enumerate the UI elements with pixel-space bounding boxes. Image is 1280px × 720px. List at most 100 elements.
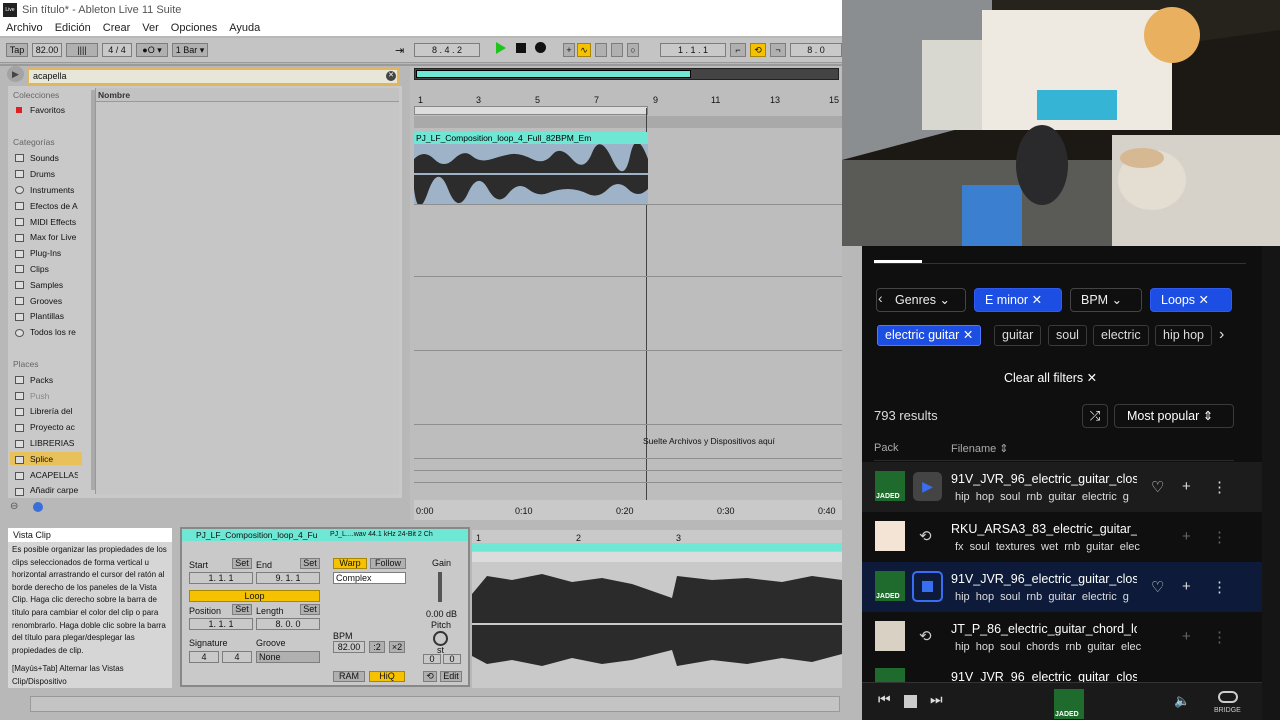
loop-icon[interactable]: ⟲ bbox=[919, 527, 932, 545]
play-icon[interactable]: ▶ bbox=[913, 472, 942, 501]
heart-icon[interactable]: ♡ bbox=[1151, 578, 1164, 596]
clip-bpm-field[interactable]: 82.00 bbox=[333, 641, 365, 653]
mixer-toggle-icon[interactable]: ⊖ bbox=[10, 501, 24, 512]
position-field[interactable]: 1. 1. 1 bbox=[189, 618, 253, 630]
sidebar-item-proyecto[interactable]: Proyecto ac bbox=[30, 422, 78, 432]
set-length-button[interactable]: Set bbox=[300, 604, 320, 615]
stop-icon[interactable] bbox=[516, 43, 526, 53]
tempo-field[interactable]: 82.00 bbox=[32, 43, 62, 57]
loop-switch-icon[interactable]: ⟲ bbox=[750, 43, 766, 57]
add-icon[interactable]: + bbox=[1182, 528, 1191, 545]
filename-column-header[interactable]: Filename ⇕ bbox=[951, 442, 1009, 455]
signature-denominator[interactable]: 4 bbox=[222, 651, 252, 663]
signature-field[interactable]: 4 / 4 bbox=[102, 43, 132, 57]
clip-title[interactable]: PJ_LF_Composition_loop_4_Full_82BPM_Em bbox=[414, 132, 648, 144]
loop-icon[interactable]: ⟲ bbox=[919, 627, 932, 645]
tag-chip-hip-hop[interactable]: hip hop bbox=[1155, 325, 1213, 346]
sort-select[interactable]: Most popular ⇕ bbox=[1114, 404, 1234, 428]
scroll-strip[interactable] bbox=[1262, 246, 1280, 720]
sidebar-item-midi-effects[interactable]: MIDI Effects bbox=[30, 217, 78, 227]
arrangement-position[interactable]: 8 . 4 . 2 bbox=[414, 43, 480, 57]
metronome-button[interactable]: ●O ▾ bbox=[136, 43, 168, 57]
nudge-buttons[interactable]: |||| bbox=[66, 43, 98, 57]
transpose-field[interactable]: 0 bbox=[423, 654, 441, 664]
sidebar-item-clips[interactable]: Clips bbox=[30, 264, 78, 274]
sidebar-item-packs[interactable]: Packs bbox=[30, 375, 78, 385]
hiq-button[interactable]: HiQ bbox=[369, 671, 405, 682]
genres-filter[interactable]: Genres ⌄ bbox=[876, 288, 966, 312]
detune-field[interactable]: 0 bbox=[443, 654, 461, 664]
chevron-right-icon[interactable]: › bbox=[1219, 326, 1224, 344]
ram-button[interactable]: RAM bbox=[333, 671, 365, 682]
sidebar-item-drums[interactable]: Drums bbox=[30, 169, 78, 179]
warp-mode-select[interactable]: Complex bbox=[333, 572, 406, 584]
half-tempo-button[interactable]: :2 bbox=[369, 641, 385, 653]
tag-chip-soul[interactable]: soul bbox=[1048, 325, 1087, 346]
loop-length-field[interactable]: 8 . 0 bbox=[790, 43, 842, 57]
add-icon[interactable]: + bbox=[1182, 628, 1191, 645]
sidebar-item-grooves[interactable]: Grooves bbox=[30, 296, 78, 306]
menu-ver[interactable]: Ver bbox=[142, 22, 159, 34]
more-options-icon[interactable]: ⋮ bbox=[1212, 478, 1227, 496]
sidebar-item-acapellas[interactable]: ACAPELLAS bbox=[30, 470, 78, 480]
previous-icon[interactable]: ⏮ bbox=[878, 691, 891, 708]
set-end-button[interactable]: Set bbox=[300, 558, 320, 569]
sidebar-item-samples[interactable]: Samples bbox=[30, 280, 78, 290]
reverse-icon[interactable]: ⟲ bbox=[423, 671, 437, 682]
type-filter[interactable]: Loops ✕ bbox=[1150, 288, 1232, 312]
menu-opciones[interactable]: Opciones bbox=[171, 22, 217, 34]
sidebar-item-splice[interactable]: Splice bbox=[30, 454, 78, 464]
add-icon[interactable]: + bbox=[1182, 478, 1191, 495]
tap-button[interactable]: Tap bbox=[6, 43, 28, 57]
time-ruler[interactable]: 0:00 0:10 0:20 0:30 0:40 bbox=[414, 500, 842, 520]
sample-ruler[interactable]: 1 2 3 bbox=[472, 532, 842, 543]
remove-tag-icon[interactable]: ✕ bbox=[963, 328, 973, 342]
loop-button[interactable]: Loop bbox=[189, 590, 320, 602]
name-column-header[interactable]: Nombre bbox=[96, 88, 399, 102]
audio-clip[interactable] bbox=[414, 142, 648, 206]
record-icon[interactable] bbox=[535, 42, 546, 53]
tag-chip-guitar[interactable]: guitar bbox=[994, 325, 1042, 346]
sidebar-item-max-for-live[interactable]: Max for Live bbox=[30, 232, 78, 242]
pitch-knob[interactable] bbox=[433, 631, 448, 646]
menu-crear[interactable]: Crear bbox=[103, 22, 131, 34]
browser-toggle-icon[interactable]: ▶ bbox=[7, 66, 24, 82]
sidebar-item-favoritos[interactable]: Favoritos bbox=[30, 105, 78, 115]
tag-chip-electric-guitar[interactable]: electric guitar ✕ bbox=[877, 325, 982, 346]
sidebar-item-libreria[interactable]: Librería del bbox=[30, 406, 78, 416]
groove-select[interactable]: None bbox=[256, 651, 320, 663]
stop-icon[interactable] bbox=[904, 695, 917, 708]
sample-loop-bar[interactable] bbox=[472, 543, 842, 551]
overdub-button[interactable]: + bbox=[563, 43, 575, 57]
marker-lane[interactable] bbox=[472, 552, 842, 562]
play-icon[interactable] bbox=[496, 42, 506, 54]
more-options-icon[interactable]: ⋮ bbox=[1212, 578, 1227, 596]
next-icon[interactable]: ⏭ bbox=[930, 691, 943, 708]
set-position-button[interactable]: Set bbox=[232, 604, 252, 615]
session-record-icon[interactable]: ○ bbox=[627, 43, 639, 57]
tag-chip-electric[interactable]: electric bbox=[1093, 325, 1149, 346]
signature-numerator[interactable]: 4 bbox=[189, 651, 219, 663]
punch-out-icon[interactable]: ¬ bbox=[770, 43, 786, 57]
back-to-arrangement-icon[interactable] bbox=[595, 43, 607, 57]
sidebar-item-add-folder[interactable]: Añadir carpe bbox=[30, 485, 78, 495]
gain-slider[interactable] bbox=[438, 572, 442, 602]
bridge-icon[interactable] bbox=[1218, 691, 1238, 703]
preview-icon[interactable] bbox=[33, 502, 43, 512]
remove-filter-icon[interactable]: ✕ bbox=[1032, 293, 1042, 307]
loop-brace[interactable] bbox=[414, 106, 648, 115]
sidebar-item-plugins[interactable]: Plug-Ins bbox=[30, 248, 78, 258]
bpm-filter[interactable]: BPM ⌄ bbox=[1070, 288, 1142, 312]
capture-icon[interactable] bbox=[611, 43, 623, 57]
sidebar-item-audio-effects[interactable]: Efectos de A bbox=[30, 201, 78, 211]
punch-in-icon[interactable]: ⌐ bbox=[730, 43, 746, 57]
heart-icon[interactable]: ♡ bbox=[1151, 478, 1164, 496]
sidebar-item-sounds[interactable]: Sounds bbox=[30, 153, 78, 163]
shuffle-icon[interactable]: ⤮ bbox=[1082, 404, 1108, 428]
sidebar-item-plantillas[interactable]: Plantillas bbox=[30, 311, 78, 321]
automation-arm-icon[interactable]: ∿ bbox=[577, 43, 591, 57]
overview-visible-range[interactable] bbox=[416, 70, 691, 78]
more-options-icon[interactable]: ⋮ bbox=[1212, 528, 1227, 546]
more-options-icon[interactable]: ⋮ bbox=[1212, 628, 1227, 646]
follow-button[interactable]: Follow bbox=[370, 558, 406, 569]
